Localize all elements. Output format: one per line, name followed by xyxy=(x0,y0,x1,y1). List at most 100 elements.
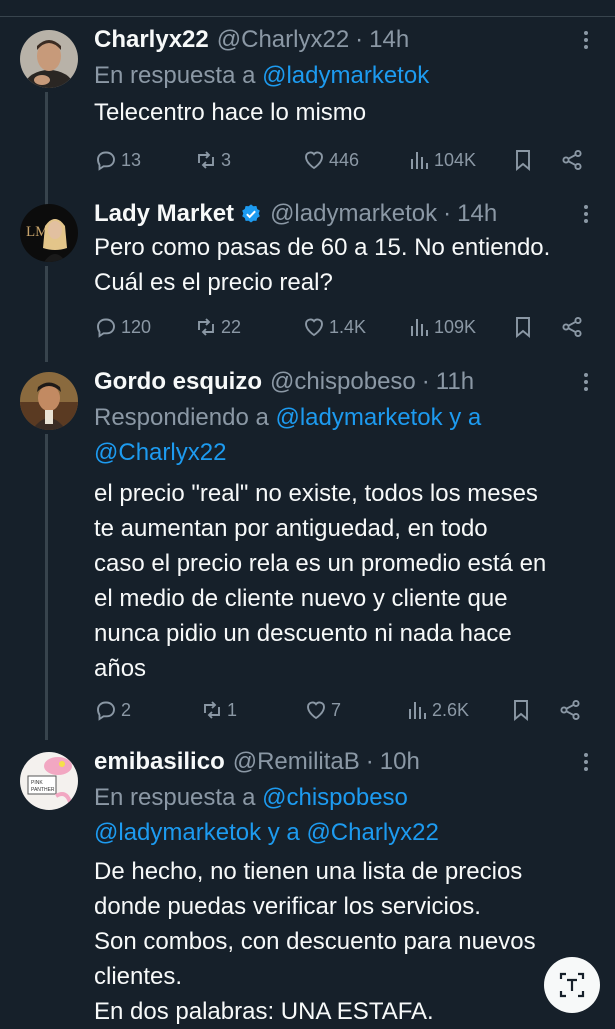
bookmark-icon xyxy=(516,150,530,172)
views-button[interactable]: 104K xyxy=(407,144,476,176)
text-line: Cuál es el precio real? xyxy=(94,269,333,296)
heart-icon xyxy=(305,151,323,170)
tweet-gordo-esquizo[interactable]: Gordo esquizo @chispobeso · 11h Respondi… xyxy=(0,364,615,740)
analytics-icon xyxy=(411,152,428,169)
text-line: De hecho, no tienen una lista de precios xyxy=(94,858,523,885)
views-button[interactable]: 109K xyxy=(407,311,476,343)
author-name[interactable]: Charlyx22 xyxy=(94,26,209,54)
mention-link[interactable]: @ladymarketok xyxy=(262,62,429,89)
text-line: donde puedas verificar los servicios. xyxy=(94,893,481,920)
timestamp[interactable]: 14h xyxy=(457,200,497,228)
text-line: el precio "real" no existe, todos los me… xyxy=(94,480,538,507)
retweet-button[interactable]: 1 xyxy=(200,694,237,726)
translate-text-button[interactable] xyxy=(544,957,600,1013)
more-options-icon[interactable] xyxy=(579,750,593,774)
retweet-button[interactable]: 3 xyxy=(194,144,231,176)
timestamp[interactable]: 11h xyxy=(436,368,474,396)
text-line: Pero como pasas de 60 a 15. No entiendo. xyxy=(94,234,551,261)
reply-count: 120 xyxy=(121,316,152,337)
analytics-icon xyxy=(409,702,426,719)
retweet-icon xyxy=(198,318,214,336)
like-button[interactable]: 446 xyxy=(302,144,359,176)
action-bar: 13 3 446 104K xyxy=(94,144,589,176)
mention-link[interactable]: @chispobeso xyxy=(262,784,408,811)
reply-button[interactable]: 120 xyxy=(94,311,151,343)
text-line: clientes. xyxy=(94,963,183,990)
separator-dot: · xyxy=(355,26,364,53)
reply-icon xyxy=(97,318,115,338)
reply-context: En respuesta a @ladymarketok xyxy=(94,58,429,93)
avatar[interactable] xyxy=(20,30,78,88)
bookmark-button[interactable] xyxy=(511,311,538,343)
mention-link[interactable]: @ladymarketok y a @Charlyx22 xyxy=(94,815,599,850)
separator-dot: · xyxy=(443,200,452,227)
timestamp[interactable]: 10h xyxy=(380,748,420,776)
reply-button[interactable]: 2 xyxy=(94,694,131,726)
retweet-icon xyxy=(204,701,220,719)
author-handle[interactable]: @ladymarketok xyxy=(270,200,437,228)
author-name[interactable]: Gordo esquizo xyxy=(94,368,262,396)
text-line: Son combos, con descuento para nuevos xyxy=(94,928,536,955)
action-bar: 2 1 7 2.6K xyxy=(94,694,589,726)
reply-icon xyxy=(97,151,115,171)
bookmark-button[interactable] xyxy=(511,144,538,176)
share-icon xyxy=(562,316,582,338)
share-button[interactable] xyxy=(558,694,585,726)
tweet-emibasilico[interactable]: PINK PANTHER emibasilico @RemilitaB · 10h… xyxy=(0,744,615,1025)
reply-count: 13 xyxy=(121,149,142,170)
views-count: 109K xyxy=(434,316,477,337)
heart-icon xyxy=(305,318,323,337)
tweet-text: Telecentro hace lo mismo xyxy=(94,99,367,126)
reply-prefix: Respondiendo a xyxy=(94,404,269,431)
avatar[interactable]: PINK PANTHER xyxy=(20,752,78,810)
avatar[interactable] xyxy=(20,372,78,430)
bookmark-button[interactable] xyxy=(509,694,536,726)
retweet-count: 1 xyxy=(227,699,238,720)
mention-link[interactable]: @Charlyx22 xyxy=(94,435,599,470)
timestamp[interactable]: 14h xyxy=(369,26,409,54)
text-line: te aumentan por antiguedad, en todo xyxy=(94,515,488,542)
bookmark-icon xyxy=(514,700,528,722)
tweet-charlyx22[interactable]: Charlyx22 @Charlyx22 · 14h En respuesta … xyxy=(0,22,615,210)
author-handle[interactable]: @chispobeso xyxy=(270,368,416,396)
tweet-text: Pero como pasas de 60 a 15. No entiendo.… xyxy=(94,230,599,300)
reply-button[interactable]: 13 xyxy=(94,144,141,176)
share-button[interactable] xyxy=(560,311,587,343)
like-count: 1.4K xyxy=(329,316,367,337)
author-name[interactable]: emibasilico xyxy=(94,748,225,776)
like-button[interactable]: 1.4K xyxy=(302,311,366,343)
tweet-text: De hecho, no tienen una lista de precios… xyxy=(94,854,599,1029)
retweet-count: 22 xyxy=(221,316,242,337)
separator-dot: · xyxy=(421,368,430,395)
share-icon xyxy=(560,699,580,721)
share-button[interactable] xyxy=(560,144,587,176)
tweet-header: Gordo esquizo @chispobeso · 11h xyxy=(94,364,474,400)
more-options-icon[interactable] xyxy=(579,202,593,226)
heart-icon xyxy=(307,701,325,720)
text-line: caso el precio rela es un promedio está … xyxy=(94,550,547,577)
reply-context: Respondiendo a @ladymarketok y a @Charly… xyxy=(94,400,599,470)
tweet-header: Lady Market @ladymarketok · 14h xyxy=(94,196,497,232)
author-name[interactable]: Lady Market xyxy=(94,200,234,228)
author-handle[interactable]: @RemilitaB xyxy=(233,748,360,776)
like-button[interactable]: 7 xyxy=(304,694,341,726)
avatar[interactable]: LM xyxy=(20,204,78,262)
more-options-icon[interactable] xyxy=(579,28,593,52)
more-options-icon[interactable] xyxy=(579,370,593,394)
views-button[interactable]: 2.6K xyxy=(405,694,469,726)
author-handle[interactable]: @Charlyx22 xyxy=(217,26,349,54)
views-count: 104K xyxy=(434,149,477,170)
thread-line xyxy=(45,92,48,210)
like-count: 7 xyxy=(331,699,342,720)
reply-prefix: En respuesta a xyxy=(94,62,256,89)
share-icon xyxy=(562,149,582,171)
retweet-button[interactable]: 22 xyxy=(194,311,241,343)
analytics-icon xyxy=(411,319,428,336)
svg-text:PINK: PINK xyxy=(31,780,43,786)
tweet-ladymarket[interactable]: LM Lady Market @ladymarketok · 14h Pero … xyxy=(0,196,615,362)
tweet-header: emibasilico @RemilitaB · 10h xyxy=(94,744,420,780)
top-divider xyxy=(0,0,615,17)
reply-icon xyxy=(97,701,115,721)
tweet-text: el precio "real" no existe, todos los me… xyxy=(94,476,599,686)
mention-link[interactable]: @ladymarketok y a xyxy=(275,404,481,431)
